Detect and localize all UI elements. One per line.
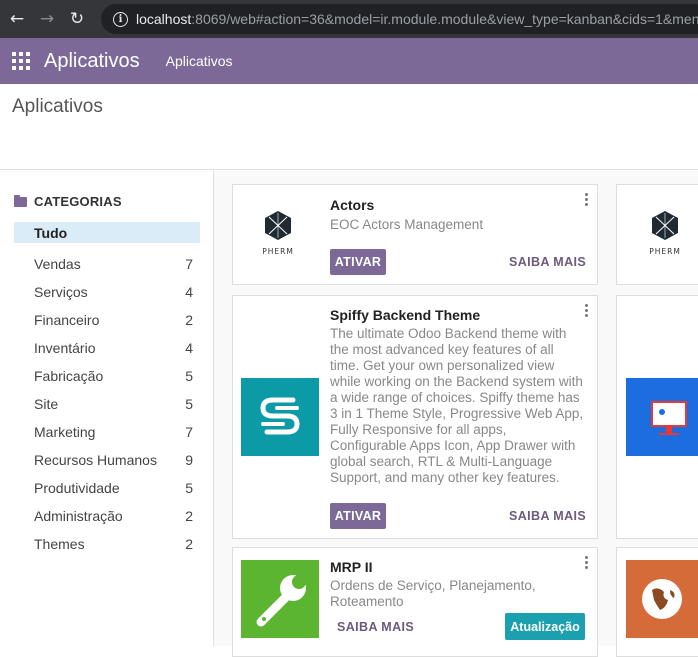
app-card-partial-3[interactable] [616, 547, 698, 657]
app-card-partial-2[interactable] [616, 295, 698, 539]
app-card-actors[interactable]: PHERM Actors EOC Actors Management ATIVA… [232, 184, 598, 285]
activate-button[interactable]: ATIVAR [330, 249, 386, 275]
breadcrumb: Aplicativos [12, 96, 103, 117]
learn-more-button[interactable]: SAIBA MAIS [337, 620, 414, 634]
category-label: Produtividade [34, 480, 120, 496]
category-item-themes[interactable]: Themes 2 [14, 530, 200, 558]
url-host: localhost [136, 11, 192, 27]
category-label: Inventário [34, 340, 96, 356]
category-item-recursos-humanos[interactable]: Recursos Humanos 9 [14, 446, 200, 474]
folder-icon [14, 194, 27, 207]
category-label: Financeiro [34, 312, 100, 328]
learn-more-button[interactable]: SAIBA MAIS [509, 509, 586, 523]
address-bar[interactable]: i localhost:8069/web#action=36&model=ir.… [101, 4, 698, 34]
category-label: Serviços [34, 284, 88, 300]
activate-button[interactable]: ATIVAR [330, 503, 386, 529]
category-count: 2 [185, 536, 193, 552]
back-icon[interactable]: ← [2, 0, 32, 38]
category-label: Administração [34, 508, 123, 524]
pherm-logo-text: PHERM [649, 247, 681, 256]
url-path: :8069/web#action=36&model=ir.module.modu… [191, 11, 698, 27]
card-menu-icon[interactable] [585, 304, 589, 317]
app-summary: The ultimate Odoo Backend theme with the… [330, 326, 584, 485]
pherm-logo-icon: PHERM [262, 211, 294, 256]
category-item-financeiro[interactable]: Financeiro 2 [14, 306, 200, 334]
category-count: 5 [185, 368, 193, 384]
category-count: 9 [185, 452, 193, 468]
category-item-tudo[interactable]: Tudo [14, 222, 200, 243]
categories-header-label: CATEGORIAS [34, 194, 122, 209]
category-label: Recursos Humanos [34, 452, 157, 468]
main-navbar: Aplicativos Aplicativos [0, 38, 698, 84]
category-label: Vendas [34, 256, 81, 272]
app-title: Actors [330, 197, 375, 213]
pherm-logo-icon: PHERM [649, 211, 681, 256]
category-count: 4 [185, 284, 193, 300]
category-item-inventario[interactable]: Inventário 4 [14, 334, 200, 362]
category-item-site[interactable]: Site 5 [14, 390, 200, 418]
reload-icon[interactable]: ↻ [62, 0, 92, 38]
category-count: 5 [185, 396, 193, 412]
upgrade-button[interactable]: Atualização [505, 613, 585, 640]
info-icon[interactable]: i [113, 11, 128, 27]
app-card-partial-1[interactable]: PHERM [616, 184, 698, 285]
card-menu-icon[interactable] [585, 556, 589, 569]
forward-icon[interactable]: → [32, 0, 62, 38]
app-summary: Ordens de Serviço, Planejamento, Roteame… [330, 578, 536, 609]
category-label: Marketing [34, 424, 96, 440]
category-count: 2 [185, 508, 193, 524]
browser-toolbar: ← → ↻ i localhost:8069/web#action=36&mod… [0, 0, 698, 38]
learn-more-button[interactable]: SAIBA MAIS [509, 255, 586, 269]
category-item-produtividade[interactable]: Produtividade 5 [14, 474, 200, 502]
app-title: Spiffy Backend Theme [330, 307, 481, 323]
category-count: 7 [185, 256, 193, 272]
globe-logo-icon [626, 560, 698, 638]
category-list: Tudo Vendas 7 Serviços 4 Financeiro 2 In… [14, 222, 200, 558]
category-sidebar: CATEGORIAS Tudo Vendas 7 Serviços 4 Fina… [0, 171, 214, 646]
spiffy-logo-icon [241, 378, 319, 456]
card-menu-icon[interactable] [585, 193, 589, 206]
app-card-spiffy[interactable]: Spiffy Backend Theme The ultimate Odoo B… [232, 295, 598, 539]
app-brand[interactable]: Aplicativos [44, 50, 140, 73]
url-text: localhost:8069/web#action=36&model=ir.mo… [136, 11, 698, 27]
category-label: Themes [34, 536, 85, 552]
app-title: MRP II [330, 559, 373, 575]
menu-item-aplicativos[interactable]: Aplicativos [166, 53, 233, 69]
category-item-marketing[interactable]: Marketing 7 [14, 418, 200, 446]
apps-menu-icon[interactable] [12, 52, 30, 70]
category-count: 2 [185, 312, 193, 328]
category-item-fabricacao[interactable]: Fabricação 5 [14, 362, 200, 390]
category-item-servicos[interactable]: Serviços 4 [14, 278, 200, 306]
category-label: Tudo [34, 224, 68, 241]
control-panel: Aplicativos [0, 84, 698, 170]
main-content: CATEGORIAS Tudo Vendas 7 Serviços 4 Fina… [0, 171, 698, 657]
category-count: 5 [185, 480, 193, 496]
category-count: 7 [185, 424, 193, 440]
app-summary: EOC Actors Management [330, 217, 484, 232]
categories-header: CATEGORIAS [14, 194, 122, 209]
monitor-logo-icon [626, 378, 698, 456]
category-label: Site [34, 396, 59, 412]
category-label: Fabricação [34, 368, 104, 384]
pherm-logo-text: PHERM [262, 247, 294, 256]
wrench-logo-icon [241, 560, 319, 638]
category-count: 4 [185, 340, 193, 356]
app-card-mrp[interactable]: MRP II Ordens de Serviço, Planejamento, … [232, 547, 598, 657]
category-item-administracao[interactable]: Administração 2 [14, 502, 200, 530]
category-item-vendas[interactable]: Vendas 7 [14, 250, 200, 278]
